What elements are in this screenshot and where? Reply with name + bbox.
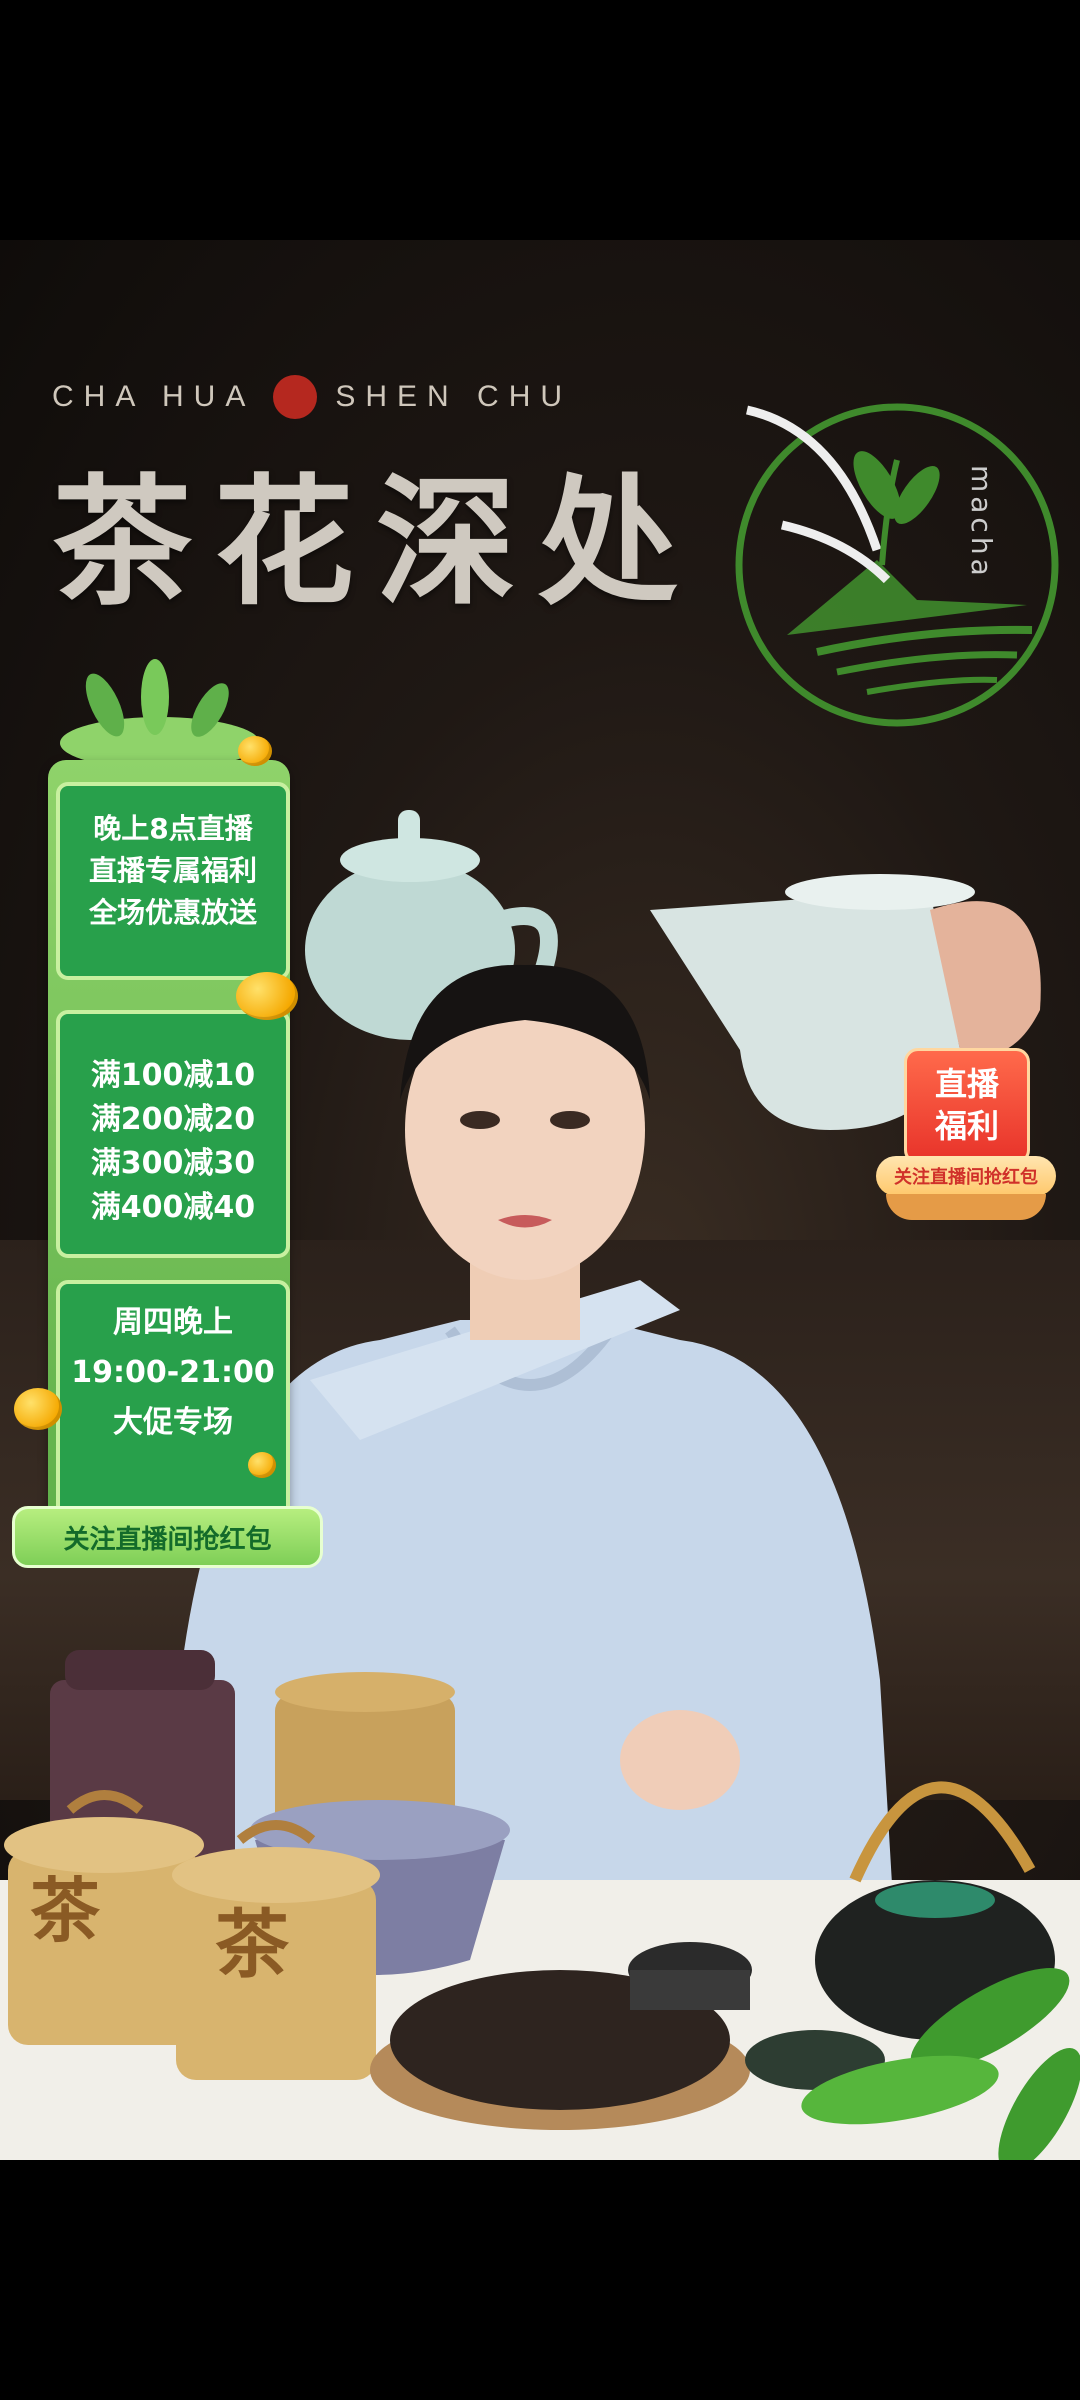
discount-line: 满400减40 — [90, 1190, 256, 1225]
logo-text: macha — [965, 465, 998, 580]
brand-subtitle-right: SHEN CHU — [335, 380, 573, 413]
discount-line: 满300减30 — [90, 1146, 256, 1181]
live-welfare-badge[interactable]: 直播 福利 关注直播间抢红包 — [876, 1048, 1056, 1223]
teapot-dot-icon — [273, 375, 318, 419]
promo-box-discounts: 满100减10 满200减20 满300减30 满400减40 — [56, 1010, 290, 1258]
promo-line: 全场优惠放送 — [88, 896, 257, 929]
event-line: 19:00-21:00 — [71, 1355, 275, 1390]
brand-subtitle: CHA HUA SHEN CHU — [52, 375, 572, 419]
coin-icon — [236, 972, 298, 1020]
tea-leaf-logo-icon: macha — [735, 403, 1059, 727]
discount-line: 满200减20 — [90, 1102, 256, 1137]
coin-icon — [238, 736, 272, 766]
brand-subtitle-left: CHA HUA — [52, 380, 256, 413]
live-badge-base — [886, 1194, 1046, 1220]
discount-line: 满100减10 — [90, 1058, 256, 1093]
live-badge-title: 直播 福利 — [904, 1048, 1030, 1164]
promo-box-event: 周四晚上 19:00-21:00 大促专场 — [56, 1280, 290, 1518]
brand-title: 茶花深处 — [52, 461, 701, 625]
follow-live-button[interactable]: 关注直播间抢红包 — [12, 1506, 323, 1568]
live-badge-line1: 直播 — [934, 1065, 999, 1103]
tea-products — [4, 1650, 1080, 2160]
live-badge-line2: 福利 — [934, 1107, 999, 1145]
event-line: 周四晚上 — [113, 1305, 233, 1340]
coin-icon — [14, 1388, 62, 1430]
jar-label-left: 茶 — [30, 1869, 100, 1952]
promo-box-live-time: 晚上8点直播 直播专属福利 全场优惠放送 — [56, 782, 290, 980]
promo-line: 晚上8点直播 — [93, 812, 253, 845]
event-line: 大促专场 — [113, 1405, 233, 1440]
video-frame: CHA HUA SHEN CHU 茶花深处 macha 直播 福利 关注直播间抢… — [0, 240, 1080, 2160]
jar-label-right: 茶 — [215, 1902, 289, 1988]
live-badge-caption: 关注直播间抢红包 — [876, 1156, 1056, 1196]
promo-line: 直播专属福利 — [88, 854, 257, 887]
coin-icon — [248, 1452, 276, 1478]
